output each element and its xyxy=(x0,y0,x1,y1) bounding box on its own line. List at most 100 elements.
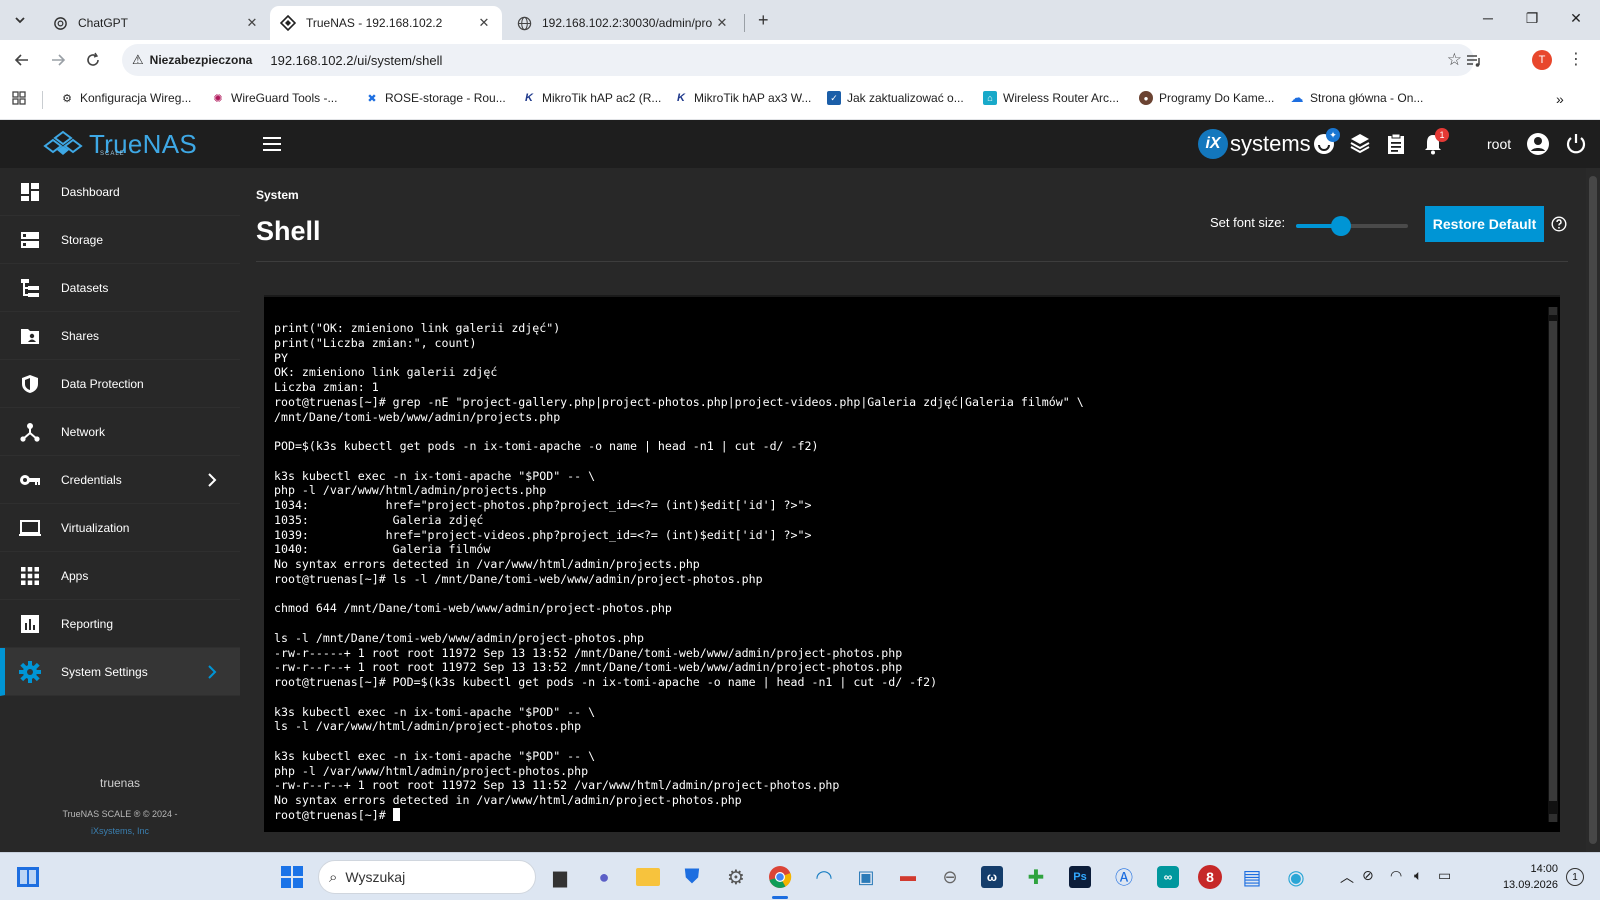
user-menu-button[interactable] xyxy=(1526,132,1550,156)
slider-thumb[interactable] xyxy=(1330,216,1351,236)
sidebar-item-dashboard[interactable]: Dashboard xyxy=(0,168,240,216)
scrollbar-thumb[interactable] xyxy=(1549,321,1557,801)
scroll-down-arrow[interactable] xyxy=(1549,814,1557,822)
sidebar-item-reporting[interactable]: Reporting xyxy=(0,600,240,648)
truenas-logo[interactable]: TrueNAS SCALE xyxy=(0,120,240,168)
hostname: truenas xyxy=(99,776,141,790)
company-link[interactable]: iXsystems, Inc xyxy=(0,826,240,836)
page-scrollbar[interactable] xyxy=(1586,168,1600,852)
sidebar-item-data-protection[interactable]: Data Protection xyxy=(0,360,240,408)
terminal-line: ls -l /mnt/Dane/tomi-web/www/admin/proje… xyxy=(274,630,644,645)
sidebar-item-shares[interactable]: Shares xyxy=(0,312,240,360)
update-status-button[interactable]: ✦ xyxy=(1312,128,1340,156)
taskbar-search[interactable]: ⌕ Wyszukaj xyxy=(318,860,536,894)
bookmark-item[interactable]: ✓ Jak zaktualizować o... xyxy=(827,91,964,105)
taskbar-app-8[interactable]: 8 xyxy=(1196,863,1224,891)
app-tile-icon: ω xyxy=(981,866,1003,888)
terminal-line: -rw-r-----+ 1 root root 11972 Sep 13 13:… xyxy=(274,645,903,660)
tray-overflow-button[interactable]: ︿ xyxy=(1340,867,1354,887)
taskbar-app-remote[interactable]: ▣ xyxy=(852,863,880,891)
bookmark-item[interactable]: K MikroTik hAP ax3 W... xyxy=(674,91,811,105)
tray-network-status[interactable]: ⊘ xyxy=(1362,867,1374,884)
tray-volume[interactable]: 🔈︎ xyxy=(1414,867,1422,884)
ixsystems-logo[interactable]: iX systems xyxy=(1198,129,1311,159)
taskbar-app-defender[interactable]: ⛊ xyxy=(678,863,706,891)
bookmark-label: Konfiguracja Wireg... xyxy=(80,91,192,105)
sidebar-item-virtualization[interactable]: Virtualization xyxy=(0,504,240,552)
forward-button[interactable] xyxy=(46,48,70,72)
taskbar-app-notes[interactable]: ▤ xyxy=(1238,863,1266,891)
taskbar-app-photoshop[interactable]: Ps xyxy=(1066,863,1094,891)
close-window-button[interactable]: ✕ xyxy=(1566,10,1586,27)
bookmark-item[interactable]: ● Programy Do Kame... xyxy=(1139,91,1274,105)
bookmark-item[interactable]: ✺ WireGuard Tools -... xyxy=(211,91,337,105)
jobs-button[interactable] xyxy=(1384,132,1408,156)
profile-avatar[interactable]: T xyxy=(1532,50,1552,70)
address-bar[interactable]: ⚠ Niezabezpieczona 192.168.102.2/ui/syst… xyxy=(122,44,1474,76)
url-text[interactable]: 192.168.102.2/ui/system/shell xyxy=(270,53,442,68)
sidebar-item-apps[interactable]: Apps xyxy=(0,552,240,600)
taskbar-app-settings[interactable]: ⚙ xyxy=(722,863,750,891)
taskbar-app-word[interactable]: ω xyxy=(978,863,1006,891)
reload-button[interactable] xyxy=(81,48,105,72)
bookmark-item[interactable]: ✖ ROSE-storage - Rou... xyxy=(365,91,505,105)
taskbar-app-teams[interactable]: ● xyxy=(590,863,618,891)
restore-window-button[interactable]: ❐ xyxy=(1522,10,1542,27)
sidebar-item-network[interactable]: Network xyxy=(0,408,240,456)
bookmark-item[interactable]: ⌂ Wireless Router Arc... xyxy=(983,91,1119,105)
taskbar-app-explorer[interactable] xyxy=(634,863,662,891)
start-button[interactable] xyxy=(278,863,306,891)
restore-default-button[interactable]: Restore Default xyxy=(1425,206,1544,242)
apps-launcher-button[interactable] xyxy=(12,91,26,105)
font-size-slider[interactable] xyxy=(1296,216,1408,236)
task-view-button[interactable]: ▆ xyxy=(546,863,574,891)
bookmark-item[interactable]: ☁ Strona główna - On... xyxy=(1290,90,1424,105)
bookmark-item[interactable]: K MikroTik hAP ac2 (R... xyxy=(522,91,661,105)
close-icon[interactable]: ✕ xyxy=(476,15,492,31)
sidebar-item-credentials[interactable]: Credentials xyxy=(0,456,240,504)
taskbar-app-download[interactable]: ✚ xyxy=(1022,863,1050,891)
alerts-button[interactable]: 1 xyxy=(1421,128,1449,156)
taskbar-app-chrome[interactable] xyxy=(766,863,794,891)
tray-battery[interactable]: ▭ xyxy=(1438,867,1451,884)
browser-tab-admin[interactable]: 192.168.102.2:30030/admin/pro ✕ xyxy=(506,6,740,40)
sidebar-item-storage[interactable]: Storage xyxy=(0,216,240,264)
bookmark-item[interactable]: ⚙ Konfiguracja Wireg... xyxy=(60,91,191,105)
tray-wifi[interactable]: ◠ xyxy=(1390,867,1402,884)
widgets-button[interactable] xyxy=(14,863,42,891)
tab-search-button[interactable] xyxy=(8,8,32,32)
taskbar-app-edge[interactable]: ◠ xyxy=(810,863,838,891)
minimize-button[interactable]: ─ xyxy=(1478,10,1498,26)
power-button[interactable] xyxy=(1564,132,1588,156)
sidebar-item-datasets[interactable]: Datasets xyxy=(0,264,240,312)
notification-center-badge[interactable]: 1 xyxy=(1566,868,1584,886)
back-button[interactable] xyxy=(10,48,34,72)
shell-terminal[interactable]: print("OK: zmieniono link galerii zdjęć"… xyxy=(264,295,1560,832)
truecommand-button[interactable] xyxy=(1348,132,1372,156)
media-controls-button[interactable] xyxy=(1462,48,1486,72)
more-bookmarks-button[interactable]: » xyxy=(1556,91,1564,107)
new-tab-button[interactable]: + xyxy=(758,10,769,31)
taskbar-app-car[interactable]: ▬ xyxy=(894,863,922,891)
breadcrumb[interactable]: System xyxy=(256,188,299,202)
taskbar-app-arduino[interactable]: ∞ xyxy=(1154,863,1182,891)
taskbar-app-store[interactable]: Ⓐ xyxy=(1110,863,1138,891)
scroll-up-arrow[interactable] xyxy=(1549,307,1557,315)
browser-tab-chatgpt[interactable]: ChatGPT ✕ xyxy=(42,6,270,40)
scrollbar-thumb[interactable] xyxy=(1589,176,1597,844)
sidebar-item-system-settings[interactable]: System Settings xyxy=(0,648,240,696)
browser-menu-button[interactable]: ⋮ xyxy=(1564,48,1588,72)
browser-tab-truenas[interactable]: TrueNAS - 192.168.102.2 ✕ xyxy=(270,6,502,40)
security-indicator[interactable]: ⚠ Niezabezpieczona xyxy=(132,52,252,68)
terminal-line: root@truenas[~]# POD=$(k3s kubectl get p… xyxy=(274,675,938,689)
taskbar-app-network[interactable]: ◉ xyxy=(1282,863,1310,891)
close-icon[interactable]: ✕ xyxy=(244,15,260,31)
username[interactable]: root xyxy=(1487,136,1511,152)
taskbar-app-opel[interactable]: ⊖ xyxy=(936,863,964,891)
help-button[interactable] xyxy=(1551,216,1567,232)
terminal-scrollbar[interactable] xyxy=(1548,307,1558,822)
close-icon[interactable]: ✕ xyxy=(714,15,730,31)
bookmark-star-icon[interactable]: ☆ xyxy=(1447,50,1462,70)
taskbar-clock[interactable]: 14:00 13.09.2026 xyxy=(1498,861,1558,893)
menu-toggle-button[interactable] xyxy=(262,134,282,154)
